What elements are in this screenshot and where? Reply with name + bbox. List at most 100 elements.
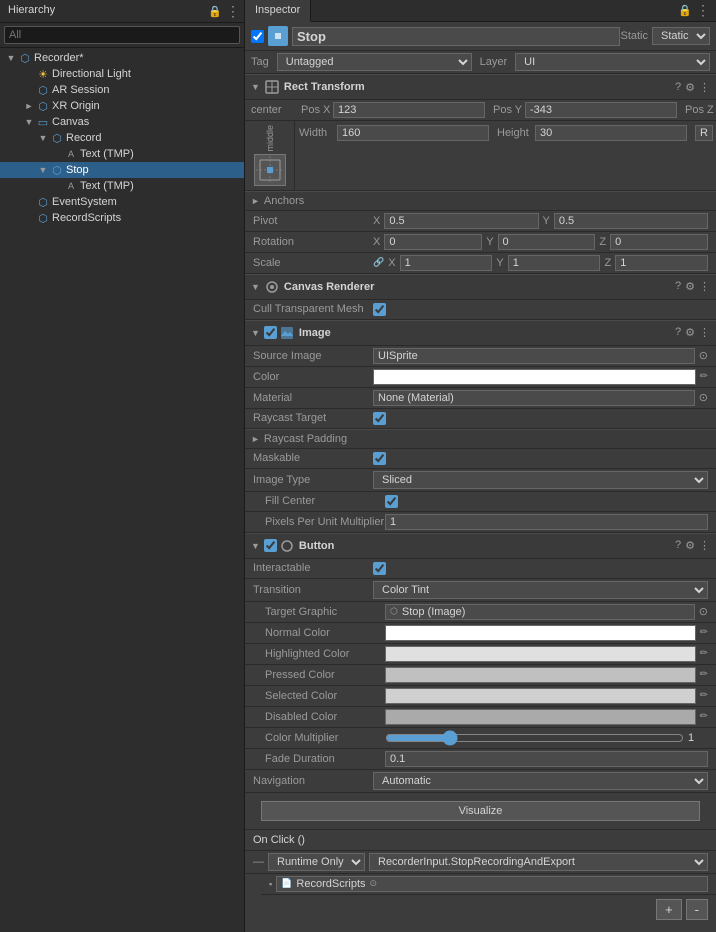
scale-y-input[interactable] [508,255,601,271]
color-multiplier-number: 1 [688,732,708,744]
runtime-only-select[interactable]: Runtime Only [268,853,365,871]
canvas-renderer-header[interactable]: ▼ Canvas Renderer ? ⚙ ⋮ [245,274,716,300]
image-help-icon[interactable]: ? [675,326,681,339]
button-menu-icon[interactable]: ⋮ [699,539,710,552]
gameobj-icon: ⬡ [18,51,32,65]
rect-transform-help-icon[interactable]: ? [675,81,681,94]
remove-onclick-button[interactable]: - [686,899,708,920]
tree-item-event-system[interactable]: ⬡ EventSystem [0,194,244,210]
rect-transform-settings-icon[interactable]: ⚙ [685,81,695,94]
canvas-renderer-help-icon[interactable]: ? [675,280,681,293]
fade-duration-input[interactable] [385,751,708,767]
inspector-lock-icon[interactable]: 🔒 [678,4,692,17]
script-field[interactable]: 📄 RecordScripts ⊙ [276,876,708,892]
button-help-icon[interactable]: ? [675,539,681,552]
source-image-field[interactable]: UISprite [373,348,695,364]
transition-select[interactable]: Color Tint [373,581,708,599]
wh-r-button[interactable]: R [695,125,713,141]
raycast-target-checkbox[interactable] [373,412,386,425]
scale-x-input[interactable] [400,255,493,271]
tree-item-canvas[interactable]: ▭ Canvas [0,114,244,130]
scale-z-input[interactable] [615,255,708,271]
pos-y-input[interactable] [525,102,677,118]
height-input[interactable] [535,125,687,141]
navigation-select[interactable]: Automatic [373,772,708,790]
function-select[interactable]: RecorderInput.StopRecordingAndExport [369,853,708,871]
visualize-button[interactable]: Visualize [261,801,700,821]
hierarchy-menu-icon[interactable]: ⋮ [226,3,240,20]
disabled-color-swatch[interactable] [385,709,696,725]
tree-item-stop[interactable]: ⬡ Stop [0,162,244,178]
anchors-section[interactable]: ► Anchors [245,191,716,211]
tree-item-ar-session[interactable]: ⬡ AR Session [0,82,244,98]
normal-color-eyedropper[interactable]: ✏ [700,627,708,638]
tag-select[interactable]: Untagged [277,53,472,71]
image-header[interactable]: ▼ Image ? ⚙ ⋮ [245,320,716,346]
tree-item-directional-light[interactable]: ☀ Directional Light [0,66,244,82]
target-graphic-select-icon[interactable]: ⊙ [699,605,708,618]
inspector-menu-icon[interactable]: ⋮ [696,2,710,19]
image-eyedropper-icon[interactable]: ✏ [700,371,708,382]
hierarchy-lock-icon[interactable]: 🔒 [208,5,222,18]
interactable-checkbox[interactable] [373,562,386,575]
raycast-padding-section[interactable]: ► Raycast Padding [245,429,716,449]
material-field[interactable]: None (Material) [373,390,695,406]
rot-y-input[interactable] [498,234,596,250]
tree-item-xr-origin[interactable]: ⬡ XR Origin [0,98,244,114]
inspector-tab[interactable]: Inspector [245,0,311,22]
layer-select[interactable]: UI [515,53,710,71]
image-type-select[interactable]: Sliced [373,471,708,489]
maskable-checkbox[interactable] [373,452,386,465]
image-color-value: ✏ [373,369,708,385]
selected-color-swatch[interactable] [385,688,696,704]
pixels-per-unit-input[interactable] [385,514,708,530]
gameobject-name-input[interactable] [292,27,620,46]
normal-color-swatch[interactable] [385,625,696,641]
gameobject-enabled-checkbox[interactable] [251,30,264,43]
pivot-y-input[interactable] [554,213,708,229]
pos-x-input[interactable] [333,102,485,118]
rot-z-input[interactable] [610,234,708,250]
button-enabled-checkbox[interactable] [264,539,277,552]
tree-item-recorder[interactable]: ⬡ Recorder* [0,50,244,66]
anchor-icon[interactable] [254,154,286,186]
cull-transparent-checkbox[interactable] [373,303,386,316]
highlighted-color-swatch[interactable] [385,646,696,662]
selected-color-eyedropper[interactable]: ✏ [700,690,708,701]
image-icon [279,325,295,341]
rot-x-input[interactable] [384,234,482,250]
rect-transform-menu-icon[interactable]: ⋮ [699,81,710,94]
width-input[interactable] [337,125,489,141]
color-multiplier-slider[interactable] [385,730,684,746]
canvas-icon: ▭ [36,115,50,129]
fill-center-checkbox[interactable] [385,495,398,508]
tree-item-text-tmp-record[interactable]: A Text (TMP) [0,146,244,162]
canvas-renderer-settings-icon[interactable]: ⚙ [685,280,695,293]
canvas-renderer-menu-icon[interactable]: ⋮ [699,280,710,293]
image-color-swatch[interactable] [373,369,696,385]
pressed-color-eyedropper[interactable]: ✏ [700,669,708,680]
material-select-icon[interactable]: ⊙ [699,391,708,404]
image-enabled-checkbox[interactable] [264,326,277,339]
image-menu-icon[interactable]: ⋮ [699,326,710,339]
tree-item-label-xr: XR Origin [52,100,100,112]
pivot-x-input[interactable] [384,213,538,229]
button-header[interactable]: ▼ Button ? ⚙ ⋮ [245,533,716,559]
add-onclick-button[interactable]: + [656,899,682,920]
tree-item-label-text-record: Text (TMP) [80,148,134,160]
search-input[interactable] [4,26,240,44]
image-settings-icon[interactable]: ⚙ [685,326,695,339]
highlighted-color-eyedropper[interactable]: ✏ [700,648,708,659]
button-settings-icon[interactable]: ⚙ [685,539,695,552]
target-graphic-field[interactable]: ⬡ Stop (Image) [385,604,695,620]
source-image-select-icon[interactable]: ⊙ [699,349,708,362]
static-select[interactable]: Static [652,27,710,45]
tree-item-record[interactable]: ⬡ Record [0,130,244,146]
disabled-color-eyedropper[interactable]: ✏ [700,711,708,722]
tree-item-text-tmp-stop[interactable]: A Text (TMP) [0,178,244,194]
stop-icon: ⬡ [50,163,64,177]
rect-transform-header[interactable]: ▼ Rect Transform ? ⚙ ⋮ [245,74,716,100]
pressed-color-swatch[interactable] [385,667,696,683]
tree-item-record-scripts[interactable]: ⬡ RecordScripts [0,210,244,226]
hierarchy-tab[interactable]: Hierarchy [0,0,63,22]
